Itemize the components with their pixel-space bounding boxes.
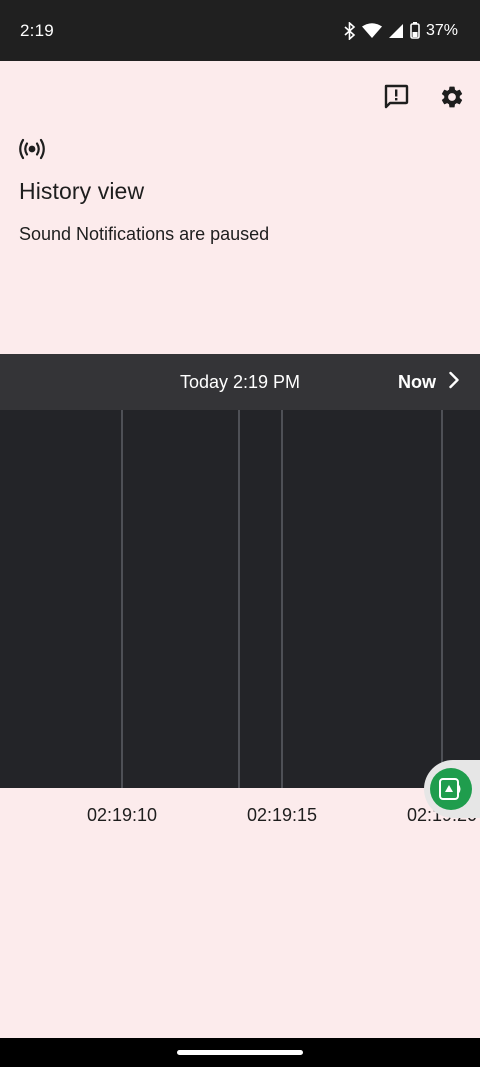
- tick-label: 02:19:15: [246, 805, 318, 825]
- gridline: [121, 410, 123, 788]
- gridline: [441, 410, 443, 788]
- time-navigation-bar: Today 2:19 PM Now: [0, 354, 480, 410]
- gridline: [281, 410, 283, 788]
- signal-icon: [388, 23, 404, 39]
- page-subtitle: Sound Notifications are paused: [19, 224, 270, 244]
- time-axis: 02:19:10 02:19:15 02:19:20: [0, 788, 480, 848]
- feedback-icon[interactable]: [382, 83, 410, 111]
- wifi-icon: [361, 22, 382, 39]
- header: History view Sound Notifications are pau…: [0, 61, 480, 354]
- status-icons: 37%: [344, 21, 458, 40]
- now-button[interactable]: Now: [398, 354, 460, 410]
- status-time: 2:19: [20, 20, 54, 40]
- settings-icon[interactable]: [438, 83, 466, 111]
- history-graph[interactable]: [0, 410, 480, 788]
- chevron-right-icon: [448, 371, 460, 394]
- home-indicator[interactable]: [177, 1050, 303, 1055]
- floating-accessibility-button[interactable]: [424, 760, 480, 818]
- broadcast-icon: [18, 137, 46, 161]
- live-transcribe-icon: [430, 768, 472, 810]
- page-title: History view: [19, 178, 145, 204]
- battery-percent: 37%: [425, 21, 458, 39]
- status-bar: 2:19 37%: [0, 0, 480, 61]
- tick-label: 02:19:10: [86, 805, 158, 825]
- battery-icon: [410, 22, 420, 39]
- gridline: [238, 410, 240, 788]
- navigation-bar: [0, 1038, 480, 1067]
- now-label: Now: [398, 371, 436, 392]
- bluetooth-icon: [344, 21, 356, 40]
